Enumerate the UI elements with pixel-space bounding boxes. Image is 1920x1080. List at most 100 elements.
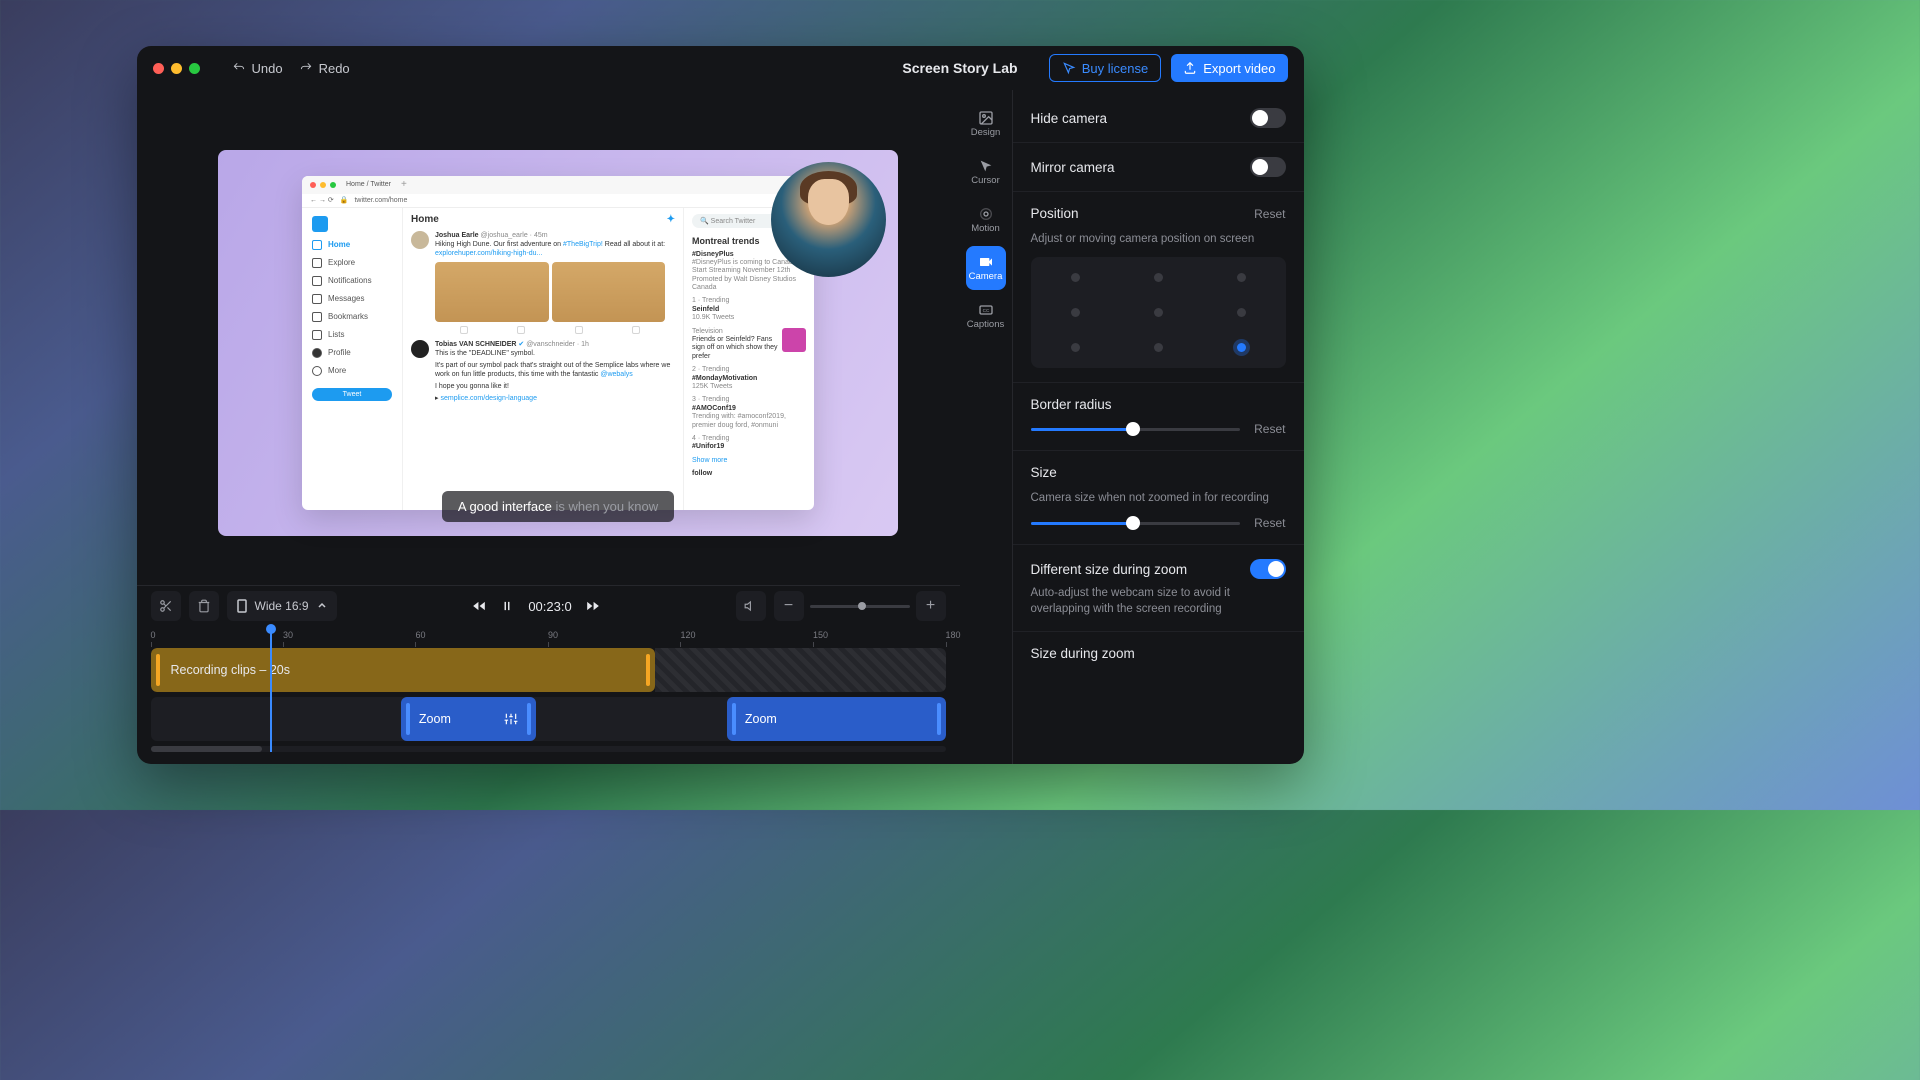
- diff-zoom-toggle[interactable]: [1250, 559, 1286, 579]
- position-cell-2[interactable]: [1237, 273, 1246, 282]
- webcam-overlay[interactable]: [771, 162, 886, 277]
- size-during-zoom-section: Size during zoom: [1013, 632, 1304, 675]
- ratio-label: Wide 16:9: [255, 599, 309, 613]
- undo-button[interactable]: Undo: [232, 61, 283, 76]
- size-subtitle: Camera size when not zoomed in for recor…: [1031, 490, 1286, 506]
- minus-icon: −: [784, 597, 793, 615]
- upload-icon: [1183, 61, 1197, 75]
- preview-canvas[interactable]: Home / Twitter + ← → ⟳🔒twitter.com/home …: [218, 150, 898, 536]
- mirror-camera-toggle[interactable]: [1250, 157, 1286, 177]
- size-label: Size: [1031, 465, 1286, 480]
- maximize-window-icon[interactable]: [189, 63, 200, 74]
- export-button[interactable]: Export video: [1171, 54, 1287, 82]
- hide-camera-toggle[interactable]: [1250, 108, 1286, 128]
- ratio-icon: [237, 599, 247, 613]
- app-window: Undo Redo Screen Story Lab Buy license E…: [137, 46, 1304, 764]
- size-slider[interactable]: [1031, 522, 1241, 525]
- undo-icon: [232, 61, 246, 75]
- tab-cursor[interactable]: Cursor: [966, 150, 1006, 194]
- ruler-tick: 180: [946, 630, 961, 640]
- history-actions: Undo Redo: [232, 61, 350, 76]
- position-cell-1[interactable]: [1154, 273, 1163, 282]
- zoom-slider-handle[interactable]: [858, 602, 866, 610]
- border-radius-reset[interactable]: Reset: [1254, 422, 1285, 436]
- tab-motion[interactable]: Motion: [966, 198, 1006, 242]
- cut-button[interactable]: [151, 591, 181, 621]
- vertical-tabs: Design Cursor Motion CameraCCCaptions: [960, 90, 1012, 764]
- browser-mockup: Home / Twitter + ← → ⟳🔒twitter.com/home …: [302, 176, 814, 510]
- ruler-tick: 0: [151, 630, 156, 640]
- app-title: Screen Story Lab: [902, 60, 1017, 76]
- pause-icon[interactable]: [500, 599, 514, 613]
- aspect-ratio-select[interactable]: Wide 16:9: [227, 591, 337, 621]
- redo-icon: [299, 61, 313, 75]
- export-label: Export video: [1203, 61, 1275, 76]
- timeline-controls: Wide 16:9 00:23:0 − +: [137, 586, 960, 626]
- border-radius-slider[interactable]: [1031, 428, 1241, 431]
- position-cell-7[interactable]: [1154, 343, 1163, 352]
- position-reset[interactable]: Reset: [1254, 207, 1285, 221]
- size-during-zoom-label: Size during zoom: [1031, 646, 1286, 661]
- ruler-tick: 30: [283, 630, 293, 640]
- tab-camera[interactable]: Camera: [966, 246, 1006, 290]
- tab-label: Captions: [967, 319, 1005, 330]
- position-cell-3[interactable]: [1071, 308, 1080, 317]
- zoom-out-button[interactable]: −: [774, 591, 804, 621]
- tab-design[interactable]: Design: [966, 102, 1006, 146]
- tab-captions[interactable]: CCCaptions: [966, 294, 1006, 338]
- nav-lists: Lists: [312, 330, 392, 340]
- properties-panel: Hide camera Mirror camera Position Reset…: [1012, 90, 1304, 764]
- mute-button[interactable]: [736, 591, 766, 621]
- hide-camera-row: Hide camera: [1013, 94, 1304, 143]
- recording-clip-label: Recording clips – 20s: [171, 663, 291, 677]
- tab-label: Motion: [971, 223, 1000, 234]
- stage-area: Home / Twitter + ← → ⟳🔒twitter.com/home …: [137, 90, 960, 585]
- zoom-in-button[interactable]: +: [916, 591, 946, 621]
- position-cell-0[interactable]: [1071, 273, 1080, 282]
- caption-rest: is when you know: [552, 499, 658, 514]
- size-section: Size Camera size when not zoomed in for …: [1013, 451, 1304, 545]
- nav-bookmarks: Bookmarks: [312, 312, 392, 322]
- size-reset[interactable]: Reset: [1254, 516, 1285, 530]
- prev-icon[interactable]: [472, 599, 486, 613]
- buy-license-button[interactable]: Buy license: [1049, 54, 1161, 82]
- plus-icon: +: [926, 597, 935, 615]
- border-radius-section: Border radius Reset: [1013, 383, 1304, 451]
- undo-label: Undo: [252, 61, 283, 76]
- tab-label: Cursor: [971, 175, 1000, 186]
- empty-track-area: [655, 648, 945, 692]
- next-icon[interactable]: [586, 599, 600, 613]
- scrollbar-handle[interactable]: [151, 746, 262, 752]
- playhead[interactable]: [270, 626, 272, 752]
- nav-more: More: [312, 366, 392, 376]
- tab-label: Design: [971, 127, 1001, 138]
- zoom-slider[interactable]: [810, 605, 910, 608]
- position-cell-4[interactable]: [1154, 308, 1163, 317]
- recording-clip[interactable]: Recording clips – 20s: [151, 648, 656, 692]
- zoom-clip-2[interactable]: Zoom: [727, 697, 946, 741]
- position-subtitle: Adjust or moving camera position on scre…: [1031, 231, 1286, 247]
- stage-column: Home / Twitter + ← → ⟳🔒twitter.com/home …: [137, 90, 960, 764]
- diff-zoom-subtitle: Auto-adjust the webcam size to avoid it …: [1031, 585, 1286, 617]
- position-cell-5[interactable]: [1237, 308, 1246, 317]
- position-cell-8[interactable]: [1237, 343, 1246, 352]
- titlebar-right: Buy license Export video: [1049, 54, 1288, 82]
- speaker-icon: [744, 599, 758, 613]
- ruler-tick: 150: [813, 630, 828, 640]
- close-window-icon[interactable]: [153, 63, 164, 74]
- minimize-window-icon[interactable]: [171, 63, 182, 74]
- position-cell-6[interactable]: [1071, 343, 1080, 352]
- mirror-camera-label: Mirror camera: [1031, 160, 1115, 175]
- chevron-up-icon: [317, 601, 327, 611]
- diff-zoom-label: Different size during zoom: [1031, 562, 1188, 577]
- delete-button[interactable]: [189, 591, 219, 621]
- main-row: Home / Twitter + ← → ⟳🔒twitter.com/home …: [137, 90, 1304, 764]
- buy-license-label: Buy license: [1082, 61, 1148, 76]
- nav-home: Home: [312, 240, 392, 250]
- timeline-body: 0306090120150180 Recording clips – 20s Z…: [137, 626, 960, 764]
- sliders-icon[interactable]: [504, 712, 518, 726]
- mirror-camera-row: Mirror camera: [1013, 143, 1304, 192]
- timeline: Wide 16:9 00:23:0 − +: [137, 585, 960, 764]
- redo-button[interactable]: Redo: [299, 61, 350, 76]
- zoom-clip-1[interactable]: Zoom: [401, 697, 536, 741]
